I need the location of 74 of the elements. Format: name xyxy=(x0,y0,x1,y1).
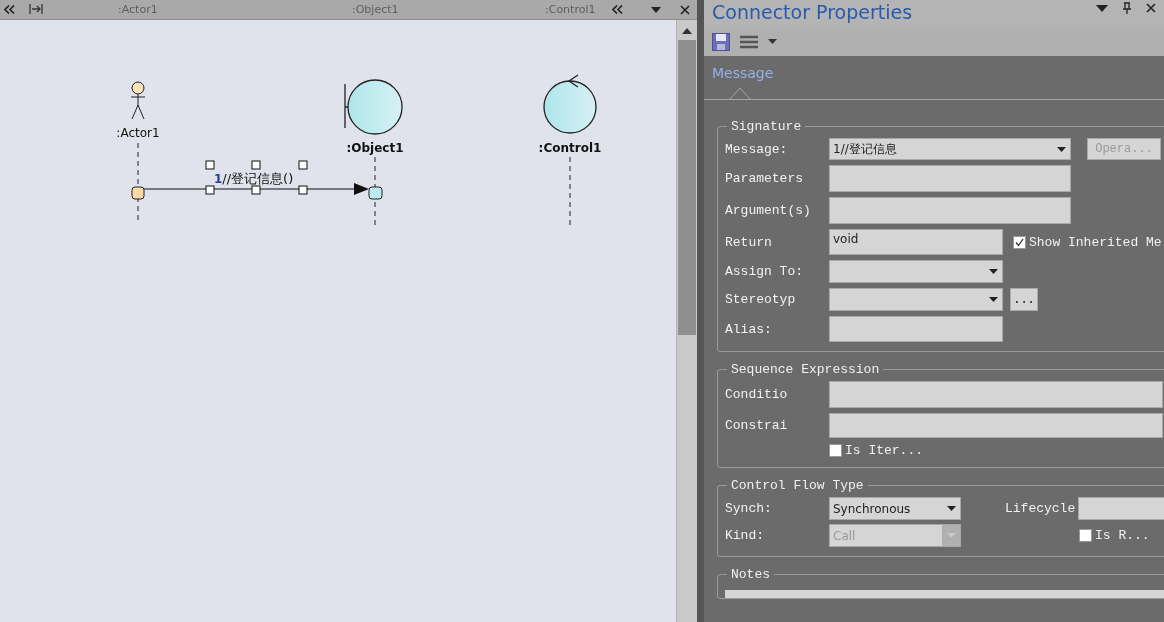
double-chevron-left-icon[interactable] xyxy=(4,5,15,14)
checkbox[interactable] xyxy=(1079,529,1092,542)
scrollbar-thumb[interactable] xyxy=(678,40,696,335)
boundary-circle-icon xyxy=(344,79,403,135)
text-field[interactable] xyxy=(829,413,1163,438)
selection-handle[interactable] xyxy=(298,160,308,170)
field-label: Assign To: xyxy=(725,264,804,279)
scroll-up-icon[interactable] xyxy=(682,28,692,34)
field-label: Parameters xyxy=(725,171,804,186)
field-label: Argument(s) xyxy=(725,203,812,218)
actor-stick-figure-icon xyxy=(130,81,146,120)
text-field[interactable]: void xyxy=(829,229,1003,255)
lifeline-dashed-line xyxy=(569,156,571,226)
selection-handle[interactable] xyxy=(298,185,308,195)
group-title: Notes xyxy=(730,567,771,582)
double-chevron-left-icon[interactable] xyxy=(612,5,623,14)
checkbox-label: Show Inherited Me xyxy=(1029,234,1162,250)
text-field[interactable] xyxy=(829,381,1163,408)
panel-title: Connector Properties xyxy=(712,0,913,24)
group-title: Signature xyxy=(730,119,803,134)
dropdown-caret-icon[interactable] xyxy=(988,269,998,274)
selection-handle[interactable] xyxy=(205,160,215,170)
fit-width-icon[interactable] xyxy=(29,3,43,15)
text-field[interactable] xyxy=(829,316,1003,342)
save-icon[interactable] xyxy=(712,32,730,51)
menu-icon[interactable] xyxy=(740,34,758,49)
lifeline-header-label: :Object1 xyxy=(352,3,399,16)
lifeline-name: :Actor1 xyxy=(116,126,160,140)
dropdown-field[interactable]: 1//登记信息 xyxy=(829,138,1071,160)
dropdown-field[interactable] xyxy=(829,260,1003,283)
group-title: Control Flow Type xyxy=(730,478,865,493)
activation-box[interactable] xyxy=(368,186,383,200)
field-label: Conditio xyxy=(725,387,789,402)
checkbox[interactable] xyxy=(829,444,842,457)
lifeline-dashed-line xyxy=(374,156,376,226)
dropdown-caret-icon[interactable] xyxy=(768,39,777,44)
field-label: Kind: xyxy=(725,528,765,543)
pin-icon[interactable] xyxy=(1122,2,1132,14)
lifeline-name: :Object1 xyxy=(346,141,404,155)
field-label: Synch: xyxy=(725,501,773,516)
lifeline-name: :Control1 xyxy=(538,141,602,155)
lifeline-header-label: :Actor1 xyxy=(118,3,158,16)
field-label: Message: xyxy=(725,141,789,157)
checkbox-label: Is Iter... xyxy=(845,443,923,458)
dropdown-caret-icon[interactable] xyxy=(946,506,956,511)
message-arrow[interactable] xyxy=(143,183,369,195)
selection-handle[interactable] xyxy=(251,160,261,170)
field-label: Return xyxy=(725,234,773,250)
dropdown-caret-icon[interactable] xyxy=(988,297,998,302)
text-field[interactable] xyxy=(829,165,1071,192)
text-field[interactable] xyxy=(829,197,1071,224)
lifeline-header-label: :Control1 xyxy=(545,3,596,16)
group-title: Sequence Expression xyxy=(730,362,881,377)
dropdown-field[interactable] xyxy=(1078,497,1164,520)
field-label: Stereotyp xyxy=(725,292,797,307)
selection-handle[interactable] xyxy=(251,185,261,195)
field-label: Constrai xyxy=(725,418,789,433)
selection-handle[interactable] xyxy=(205,185,215,195)
field-label: Alias: xyxy=(725,321,773,337)
close-icon[interactable] xyxy=(680,5,690,15)
dropdown-field[interactable]: Synchronous xyxy=(829,497,961,520)
ellipsis-button[interactable]: ... xyxy=(1010,288,1038,311)
dropdown-field[interactable] xyxy=(829,288,1003,311)
field-label: Lifecycle xyxy=(1005,501,1077,516)
message-label[interactable]: 1//登记信息() xyxy=(214,171,294,186)
vertical-scrollbar[interactable] xyxy=(676,20,697,622)
dropdown-caret-icon[interactable] xyxy=(651,7,661,13)
control-circle-icon xyxy=(543,74,597,134)
dropdown-caret-icon[interactable] xyxy=(1096,4,1108,12)
activation-box[interactable] xyxy=(131,186,145,200)
checkbox-label: Is R... xyxy=(1095,528,1150,543)
dropdown-caret-icon[interactable] xyxy=(1056,146,1066,152)
close-icon[interactable] xyxy=(1146,3,1156,13)
checkbox[interactable] xyxy=(1013,235,1026,249)
